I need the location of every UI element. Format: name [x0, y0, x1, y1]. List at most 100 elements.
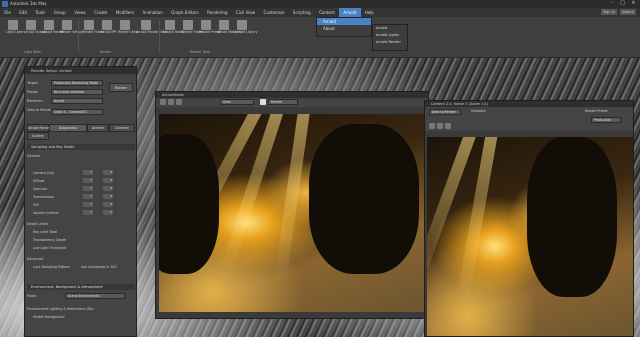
menu-help[interactable]: Help	[361, 8, 379, 17]
preset-select[interactable]: No preset selected	[51, 89, 103, 95]
submenu-item[interactable]: Arnold Render	[373, 39, 407, 46]
save-icon[interactable]	[429, 123, 435, 129]
menu-views[interactable]: Views	[70, 8, 90, 17]
environment-section-header[interactable]: Environment, Background & Atmosphere	[27, 284, 135, 290]
menu-file[interactable]: File	[0, 8, 15, 17]
ribbon-label: Arnold IPR	[100, 30, 117, 34]
menu-customize[interactable]: Customize	[259, 8, 288, 17]
submenu-item[interactable]: Arnold Lights	[373, 32, 407, 39]
copy-icon[interactable]	[437, 123, 443, 129]
renderer-label: Renderer:	[27, 99, 44, 103]
tab-diagnostics[interactable]: Diagnostics	[49, 124, 87, 132]
ribbon-label: Render Setup	[60, 30, 82, 34]
ribbon-label: Render Frame	[181, 30, 204, 34]
arnold-material-button[interactable]: Arnold Material	[217, 20, 241, 35]
area-select[interactable]: View	[220, 99, 254, 105]
app-logo-icon[interactable]	[2, 1, 8, 7]
ribbon-label: Arnold Shapes	[24, 30, 47, 34]
area-select[interactable]: Area to Render	[429, 109, 461, 115]
menu-create[interactable]: Create	[90, 8, 112, 17]
light-lister-button[interactable]: Light Lister	[6, 20, 24, 35]
activeshade-toolbar: View Render	[156, 98, 428, 107]
ribbon-label: Light Lister	[6, 30, 24, 34]
samples-field[interactable]: 2	[83, 186, 93, 191]
menu-content[interactable]: Content	[315, 8, 339, 17]
menu-civil-view[interactable]: Civil View	[232, 8, 260, 17]
target-select[interactable]: Production Rendering Mode	[51, 80, 103, 86]
search-field[interactable]: Search	[619, 9, 636, 15]
view-icon	[120, 20, 130, 30]
ribbon-group-label: Render	[100, 50, 112, 54]
depth-field[interactable]: 4	[103, 202, 113, 207]
render-preset-label: Render Preset:	[585, 109, 609, 113]
depth-field[interactable]: 0	[103, 210, 113, 215]
menu-tools[interactable]: Tools	[31, 8, 49, 17]
menu-edit[interactable]: Edit	[15, 8, 31, 17]
frame-buffer-render-image[interactable]	[427, 137, 633, 336]
tab-archive[interactable]: Archive	[87, 124, 109, 132]
depth-field[interactable]: 4	[103, 178, 113, 183]
activeshade-render-image[interactable]	[159, 114, 425, 312]
tab-arnold-renderer[interactable]: Arnold Renderer	[27, 124, 54, 132]
depth-field[interactable]: 4	[103, 186, 113, 191]
arnold-shapes-button[interactable]: Arnold Shapes	[24, 20, 47, 35]
sign-in-field[interactable]: Sign In	[600, 9, 617, 15]
menu-scripting[interactable]: Scripting	[289, 8, 315, 17]
arnold-library-button[interactable]: Arnold Library	[235, 20, 257, 35]
menu-rendering[interactable]: Rendering	[203, 8, 232, 17]
arnold-render-view-button[interactable]: Arnold Render View	[136, 20, 167, 35]
depth-field[interactable]: 9	[103, 170, 113, 175]
depth-field[interactable]: 4	[103, 194, 113, 199]
menu-arnold[interactable]: Arnold	[339, 8, 361, 17]
samples-field[interactable]: 3	[83, 170, 93, 175]
clone-icon[interactable]	[176, 99, 182, 105]
clone-icon[interactable]	[445, 123, 451, 129]
render-setup-button[interactable]: Render Setup	[60, 20, 82, 35]
transparency-label: Transparency Depth	[33, 238, 67, 242]
close-icon[interactable]: ×	[629, 0, 638, 7]
dropdown-item-arnold[interactable]: Arnold	[317, 18, 371, 25]
render-button[interactable]: Render	[109, 83, 133, 92]
renderer-select[interactable]: Arnold	[51, 98, 103, 104]
render-frame-button[interactable]: Render Frame	[82, 20, 104, 35]
mode-label: Mode:	[27, 294, 38, 298]
user-area: Sign In Search	[600, 9, 636, 15]
tab-system[interactable]: System	[27, 132, 49, 140]
ribbon-label: Render View	[118, 30, 138, 34]
viewport-label: Viewport:	[471, 109, 487, 113]
color-swatch-icon[interactable]	[260, 99, 266, 105]
lock-sampling-checkbox[interactable]: Lock Sampling Pattern	[33, 265, 70, 269]
autobump-checkbox[interactable]: Use Autobump in SSS	[81, 265, 117, 269]
copy-icon[interactable]	[168, 99, 174, 105]
mode-select[interactable]: Scene Environment	[65, 293, 125, 299]
render-preset-button[interactable]: Render Preset	[199, 20, 221, 35]
view-select[interactable]: Quad 4 - Camera001	[51, 109, 103, 115]
arnold-render-button[interactable]: Arnold Render	[42, 20, 65, 35]
tree-trunk	[159, 134, 219, 274]
menu-animation[interactable]: Animation	[138, 8, 167, 17]
menu-group[interactable]: Group	[49, 8, 70, 17]
frame-icon	[84, 20, 94, 30]
tab-common[interactable]: Common	[109, 124, 135, 132]
arnold-ipr-button[interactable]: Arnold IPR	[100, 20, 117, 35]
render-frame-2-button[interactable]: Render Frame	[181, 20, 204, 35]
create-batch-button[interactable]: Create Batch	[163, 20, 184, 35]
ribbon-separator	[159, 20, 160, 53]
samples-field[interactable]: 2	[83, 178, 93, 183]
menu-modifiers[interactable]: Modifiers	[112, 8, 139, 17]
samples-field[interactable]: 2	[83, 210, 93, 215]
samples-field[interactable]: 2	[83, 202, 93, 207]
render-preset-select[interactable]: Production	[591, 117, 621, 123]
samples-field[interactable]: 2	[83, 194, 93, 199]
sampling-section-header[interactable]: Sampling and Ray Depth	[27, 144, 135, 150]
render-view-icon	[141, 20, 151, 30]
menu-graph-editors[interactable]: Graph Editors	[167, 8, 203, 17]
dropdown-item-about[interactable]: About	[317, 25, 371, 32]
minimize-icon[interactable]: –	[607, 0, 616, 7]
save-icon[interactable]	[160, 99, 166, 105]
submenu-item[interactable]: Arnold	[373, 25, 407, 32]
maximize-icon[interactable]: □	[618, 0, 627, 7]
preset-select[interactable]: Render	[268, 99, 298, 105]
render-view-button[interactable]: Render View	[118, 20, 138, 35]
visible-bg-checkbox[interactable]: Visible Background	[33, 315, 65, 319]
